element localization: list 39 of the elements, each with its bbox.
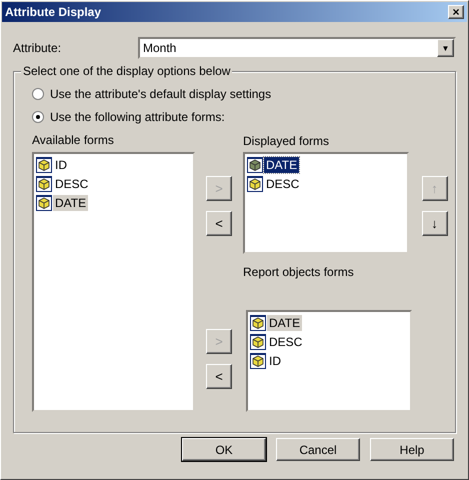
form-item[interactable]: DATE	[264, 157, 300, 173]
dialog-button[interactable]: OK	[182, 438, 266, 461]
cube-icon	[250, 334, 266, 350]
form-item[interactable]: DESC	[267, 334, 304, 350]
form-list[interactable]: DATE DESC	[243, 152, 409, 254]
dropdown-arrow-button[interactable]: ▼	[437, 39, 454, 57]
attribute-dropdown[interactable]: Month ▼	[138, 37, 456, 59]
cube-icon	[250, 353, 266, 369]
close-button[interactable]: ×	[448, 5, 464, 19]
form-item[interactable]: DATE	[267, 315, 302, 331]
radio-label[interactable]: Use the attribute's default display settings	[50, 86, 272, 100]
radio-button[interactable]	[32, 88, 44, 100]
remove-button[interactable]: <	[206, 211, 232, 236]
form-item[interactable]: DATE	[53, 195, 88, 211]
dialog-button[interactable]: Cancel	[276, 438, 360, 461]
remove-button[interactable]: <	[206, 364, 232, 389]
dropdown-value: Month	[142, 41, 176, 55]
attribute-label: Attribute:	[13, 41, 62, 55]
cube-icon	[247, 157, 263, 173]
form-item[interactable]: ID	[53, 157, 69, 173]
group-legend: Select one of the display options below	[21, 64, 232, 78]
radio-label[interactable]: Use the following attribute forms:	[50, 110, 225, 124]
cube-icon	[250, 315, 266, 331]
list-label: Report objects forms	[243, 265, 355, 279]
radio-button[interactable]	[32, 110, 44, 122]
move-down-button[interactable]: ↓	[422, 211, 448, 236]
window-title: Attribute Display	[5, 5, 102, 19]
cube-icon	[36, 157, 52, 173]
cube-icon	[36, 176, 52, 192]
form-item[interactable]: DESC	[264, 176, 302, 192]
form-list[interactable]: ID DESC DATE	[32, 152, 195, 412]
list-label: Displayed forms	[243, 134, 330, 148]
cube-icon	[247, 176, 263, 192]
dialog-button[interactable]: Help	[370, 438, 454, 461]
form-item[interactable]: DESC	[53, 176, 90, 192]
form-list[interactable]: DATE DESC ID	[246, 310, 412, 412]
list-label: Available forms	[32, 133, 115, 147]
form-item[interactable]: ID	[267, 353, 283, 369]
cube-icon	[36, 195, 52, 211]
